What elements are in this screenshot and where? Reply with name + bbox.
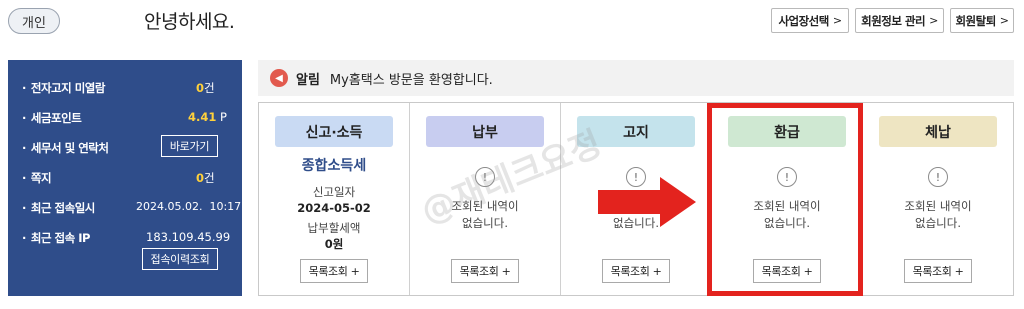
- list-view-button[interactable]: 목록조회 +: [904, 259, 972, 283]
- card-title-filing[interactable]: 신고·소득: [275, 116, 393, 147]
- exclamation-icon: !: [928, 167, 948, 187]
- withdraw-label: 회원탈퇴: [955, 13, 996, 28]
- notice-title: 알림: [296, 72, 320, 88]
- select-business-button[interactable]: 사업장선택 >: [771, 8, 849, 33]
- card-title-arrears[interactable]: 체납: [879, 116, 997, 147]
- list-view-button[interactable]: 목록조회 +: [300, 259, 368, 283]
- unread-notice-label: 전자고지 미열람: [22, 80, 106, 96]
- chevron-right-icon: >: [929, 14, 938, 27]
- last-login-label: 최근 접속일시: [22, 200, 95, 216]
- member-info-button[interactable]: 회원정보 관리 >: [855, 8, 944, 33]
- unread-notice-value: 0건: [196, 81, 215, 95]
- message-value: 0건: [196, 171, 215, 185]
- red-arrow-icon: [598, 177, 696, 227]
- last-ip-label: 최근 접속 IP: [22, 230, 91, 246]
- tax-point-value: 4.41 P: [188, 110, 227, 124]
- login-history-button[interactable]: 접속이력조회: [142, 248, 218, 270]
- notice-text: My홈택스 방문을 환영합니다.: [329, 72, 493, 88]
- last-login-value: 2024.05.02. 10:17: [136, 200, 242, 213]
- tax-office-label: 세무서 및 연락처: [22, 140, 109, 156]
- tax-point-label: 세금포인트: [22, 110, 82, 126]
- select-business-label: 사업장선택: [778, 13, 829, 28]
- chevron-right-icon: >: [832, 14, 842, 27]
- member-info-label: 회원정보 관리: [861, 13, 926, 28]
- greeting-text: 안녕하세요.: [144, 11, 235, 33]
- card-arrears: 체납 ! 조회된 내역이 없습니다. 목록조회 +: [863, 103, 1013, 295]
- withdraw-button[interactable]: 회원탈퇴 >: [950, 8, 1014, 33]
- income-tax-title[interactable]: 종합소득세: [259, 155, 409, 175]
- notice-bar: ◀ 알림 My홈택스 방문을 환영합니다.: [258, 60, 1014, 96]
- personal-badge[interactable]: 개인: [8, 8, 60, 34]
- empty-message: 조회된 내역이없습니다.: [904, 199, 972, 230]
- chevron-right-icon: >: [999, 14, 1009, 27]
- list-view-button[interactable]: 목록조회 +: [602, 259, 670, 283]
- highlight-box: [707, 103, 863, 296]
- speaker-icon: ◀: [270, 69, 288, 87]
- last-ip-value: 183.109.45.99: [146, 230, 231, 244]
- goto-tax-office-button[interactable]: 바로가기: [161, 135, 218, 157]
- message-label: 쪽지: [22, 170, 52, 186]
- list-view-button[interactable]: 목록조회 +: [451, 259, 519, 283]
